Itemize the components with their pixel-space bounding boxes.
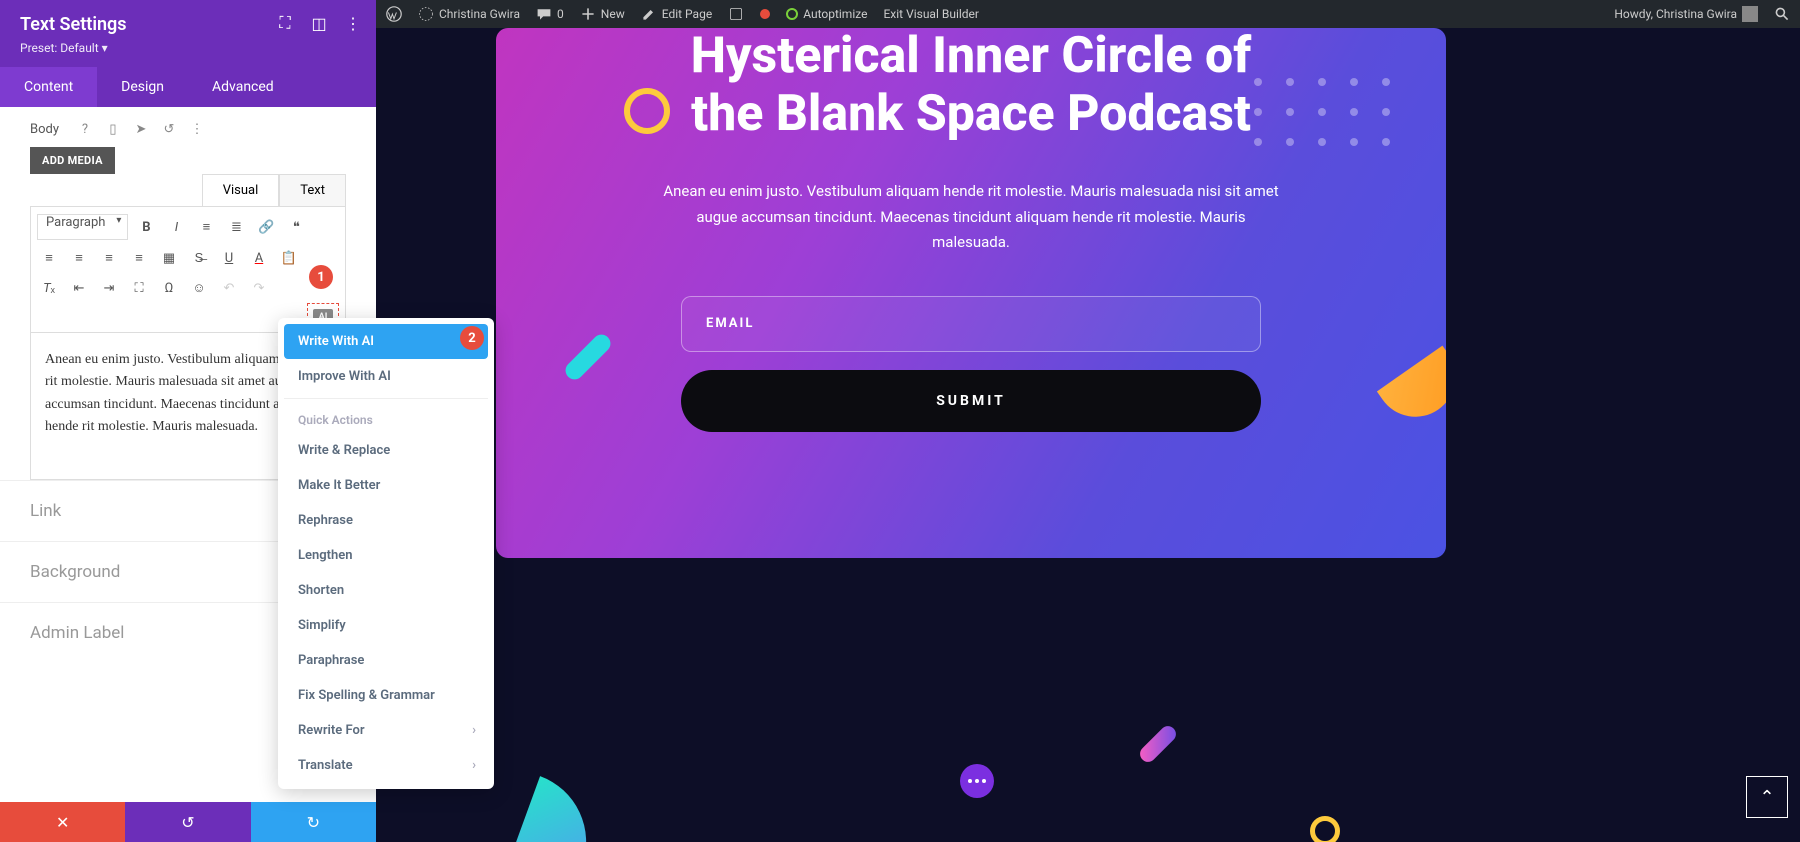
emoji-icon[interactable]: ☺ — [187, 276, 211, 300]
pink-pill-decoration — [1137, 723, 1179, 765]
cancel-button[interactable]: ✕ — [0, 802, 125, 842]
align-right-icon[interactable]: ≡ — [97, 246, 121, 270]
undo-icon[interactable]: ↶ — [217, 276, 241, 300]
ul-icon[interactable]: ≡ — [194, 215, 218, 239]
layout-icon[interactable]: ◫ — [310, 14, 328, 32]
clear-format-icon[interactable]: Tₓ — [37, 276, 61, 300]
outdent-icon[interactable]: ⇤ — [67, 276, 91, 300]
settings-tabs: Content Design Advanced — [0, 67, 376, 107]
body-label: Body — [30, 122, 59, 137]
panel-footer: ✕ ↺ ↻ — [0, 802, 376, 842]
preset-dropdown[interactable]: Preset: Default ▾ — [20, 41, 356, 55]
green-circle-icon — [786, 8, 798, 20]
small-yellow-ring-decoration — [1310, 816, 1340, 842]
ai-write-replace[interactable]: Write & Replace — [284, 433, 488, 468]
tab-design[interactable]: Design — [97, 67, 188, 107]
reset-icon[interactable]: ↺ — [161, 121, 177, 137]
redo-footer-button[interactable]: ↻ — [251, 802, 376, 842]
ai-rewrite-for[interactable]: Rewrite For — [284, 713, 488, 748]
ai-simplify[interactable]: Simplify — [284, 608, 488, 643]
teal-quarter-decoration — [516, 776, 606, 842]
new-link[interactable]: New — [580, 6, 625, 22]
plus-icon — [580, 6, 596, 22]
align-center-icon[interactable]: ≡ — [67, 246, 91, 270]
ai-write-with-ai[interactable]: Write With AI 2 — [284, 324, 488, 359]
site-name[interactable]: Christina Gwira — [418, 6, 520, 22]
divi-icon[interactable] — [728, 6, 744, 22]
yellow-ring-decoration — [624, 88, 670, 134]
undo-footer-button[interactable]: ↺ — [125, 802, 250, 842]
ai-improve-with-ai[interactable]: Improve With AI — [284, 359, 488, 394]
editor-toolbar: Paragraph B I ≡ ≣ 🔗 ❝ ≡ ≡ ≡ ≡ ▦ S̶ U A — [30, 206, 346, 333]
redo-icon[interactable]: ↷ — [247, 276, 271, 300]
italic-icon[interactable]: I — [164, 215, 188, 239]
scroll-to-top-button[interactable]: ⌃ — [1746, 776, 1788, 818]
pencil-icon — [641, 6, 657, 22]
help-icon[interactable]: ? — [77, 121, 93, 137]
underline-icon[interactable]: U — [217, 246, 241, 270]
dashboard-icon — [418, 6, 434, 22]
orange-shape-decoration — [1377, 346, 1446, 433]
more-icon[interactable]: ⋮ — [344, 14, 362, 32]
editor-tab-text[interactable]: Text — [279, 174, 346, 206]
text-color-icon[interactable]: A — [247, 246, 271, 270]
fullscreen-icon[interactable]: ⛶ — [127, 276, 151, 300]
menu-divider — [284, 398, 488, 399]
avatar-icon — [1742, 6, 1758, 22]
panel-header: Text Settings Preset: Default ▾ ⛶ ◫ ⋮ — [0, 0, 376, 67]
cyan-pill-decoration — [562, 331, 614, 383]
search-admin-icon[interactable] — [1774, 6, 1790, 22]
device-icon[interactable]: ▯ — [105, 121, 121, 137]
ai-context-menu: Write With AI 2 Improve With AI Quick Ac… — [278, 318, 494, 789]
ai-shorten[interactable]: Shorten — [284, 573, 488, 608]
ai-lengthen[interactable]: Lengthen — [284, 538, 488, 573]
edit-page-link[interactable]: Edit Page — [641, 6, 712, 22]
hero-section: Hysterical Inner Circle of the Blank Spa… — [496, 28, 1446, 558]
callout-marker-2: 2 — [460, 326, 484, 350]
comments-link[interactable]: 0 — [536, 6, 564, 22]
tab-content[interactable]: Content — [0, 67, 97, 107]
submit-button[interactable]: SUBMIT — [681, 370, 1261, 432]
autoptimize-link[interactable]: Autoptimize — [786, 7, 867, 21]
ol-icon[interactable]: ≣ — [224, 215, 248, 239]
align-left-icon[interactable]: ≡ — [37, 246, 61, 270]
ai-translate[interactable]: Translate — [284, 748, 488, 783]
comment-icon — [536, 6, 552, 22]
email-field[interactable]: EMAIL — [681, 296, 1261, 352]
wp-logo-icon[interactable] — [386, 6, 402, 22]
wp-admin-bar: Christina Gwira 0 New Edit Page Autoptim… — [376, 0, 1800, 28]
link-icon[interactable]: 🔗 — [254, 215, 278, 239]
more-body-icon[interactable]: ⋮ — [189, 121, 205, 137]
ai-make-better[interactable]: Make It Better — [284, 468, 488, 503]
hero-paragraph: Anean eu enim justo. Vestibulum aliquam … — [661, 179, 1281, 256]
align-justify-icon[interactable]: ≡ — [127, 246, 151, 270]
ai-paraphrase[interactable]: Paraphrase — [284, 643, 488, 678]
ai-fix-spelling[interactable]: Fix Spelling & Grammar — [284, 678, 488, 713]
red-dot-icon — [760, 9, 770, 19]
page-preview: Hysterical Inner Circle of the Blank Spa… — [376, 28, 1800, 842]
callout-marker-1: 1 — [309, 265, 333, 289]
divi-fab-button[interactable] — [960, 764, 994, 798]
dot-grid-decoration — [1254, 78, 1392, 146]
strike-icon[interactable]: S̶ — [187, 246, 211, 270]
record-indicator[interactable] — [760, 9, 770, 19]
howdy-user[interactable]: Howdy, Christina Gwira — [1614, 6, 1758, 22]
quick-actions-header: Quick Actions — [284, 403, 488, 433]
tab-advanced[interactable]: Advanced — [188, 67, 298, 107]
omega-icon[interactable]: Ω — [157, 276, 181, 300]
ai-rephrase[interactable]: Rephrase — [284, 503, 488, 538]
paste-icon[interactable]: 📋 — [277, 246, 301, 270]
add-media-button[interactable]: ADD MEDIA — [30, 147, 115, 174]
format-select[interactable]: Paragraph — [37, 214, 128, 240]
indent-icon[interactable]: ⇥ — [97, 276, 121, 300]
editor-tab-visual[interactable]: Visual — [202, 174, 280, 206]
quote-icon[interactable]: ❝ — [284, 215, 308, 239]
bold-icon[interactable]: B — [134, 215, 158, 239]
cursor-icon[interactable]: ➤ — [133, 121, 149, 137]
table-icon[interactable]: ▦ — [157, 246, 181, 270]
expand-icon[interactable]: ⛶ — [276, 14, 294, 32]
exit-visual-builder[interactable]: Exit Visual Builder — [883, 7, 979, 21]
